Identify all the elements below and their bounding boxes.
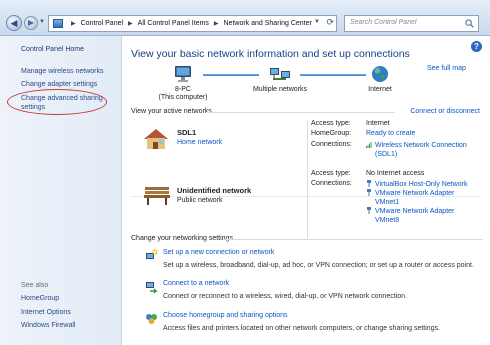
access-type-value: No Internet access xyxy=(366,170,425,177)
homegroup-sharing-icon xyxy=(146,314,157,324)
setup-new-connection-link[interactable]: Set up a new connection or network xyxy=(163,249,274,256)
task-description: Connect or reconnect to a wireless, wire… xyxy=(163,293,407,300)
breadcrumb-all-items[interactable]: All Control Panel Items xyxy=(138,20,209,27)
new-connection-icon xyxy=(146,249,158,259)
sidebar: Control Panel Home Manage wireless netwo… xyxy=(0,36,122,345)
map-node-internet: Internet xyxy=(355,65,405,93)
sidebar-homegroup[interactable]: HomeGroup xyxy=(21,294,59,303)
vmnet8-connection-link[interactable]: VMware Network Adapter VMnet8 xyxy=(366,207,454,225)
search-input[interactable]: Search Control Panel xyxy=(344,15,479,32)
connection-subname: VMnet1 xyxy=(375,198,400,206)
address-dropdown-icon[interactable]: ▼ xyxy=(314,19,320,25)
forward-button[interactable]: ▶ xyxy=(24,16,38,30)
breadcrumb-control-panel[interactable]: Control Panel xyxy=(81,20,123,27)
connection-name: VMware Network Adapter xyxy=(375,190,455,197)
highlight-ring-annotation xyxy=(7,89,107,115)
connect-network-icon xyxy=(146,282,158,293)
connection-subname: VMnet8 xyxy=(375,216,400,224)
refresh-icon[interactable]: ⟳ xyxy=(326,17,334,28)
globe-icon xyxy=(372,66,388,82)
multiple-networks-label: Multiple networks xyxy=(252,86,308,93)
divider xyxy=(223,239,483,240)
connection-name: VMware Network Adapter xyxy=(375,208,455,215)
map-node-multiple-networks: Multiple networks xyxy=(245,65,315,93)
divider xyxy=(207,112,395,113)
wired-connection-icon xyxy=(367,189,371,196)
internet-label: Internet xyxy=(368,86,392,93)
sidebar-change-adapter-settings[interactable]: Change adapter settings xyxy=(21,80,97,89)
network-icon xyxy=(270,68,290,80)
search-icon[interactable] xyxy=(465,19,474,28)
see-also-heading: See also xyxy=(21,282,49,289)
connections-label: Connections: xyxy=(311,180,352,187)
connections-label: Connections: xyxy=(311,141,352,148)
homegroup-label: HomeGroup: xyxy=(311,130,352,137)
connection-name: VirtualBox Host-Only Network xyxy=(375,181,468,188)
help-icon[interactable]: ? xyxy=(471,41,482,52)
control-panel-icon xyxy=(53,19,63,28)
task-description: Access files and printers located on oth… xyxy=(163,325,441,332)
active-networks-heading: View your active networks xyxy=(131,108,212,115)
network-type-link[interactable]: Home network xyxy=(177,139,222,146)
main-content: ? View your basic network information an… xyxy=(123,36,490,345)
access-type-value: Internet xyxy=(366,120,390,127)
breadcrumb-separator-icon[interactable]: ▶ xyxy=(71,20,76,27)
connect-or-disconnect-link[interactable]: Connect or disconnect xyxy=(410,108,480,115)
pc-subtitle: (This computer) xyxy=(158,94,208,101)
connection-name: Wireless Network Connection xyxy=(375,142,467,149)
search-placeholder: Search Control Panel xyxy=(350,19,417,26)
connect-to-network-link[interactable]: Connect to a network xyxy=(163,280,229,287)
back-button[interactable]: ◀ xyxy=(6,15,22,31)
homegroup-ready-link[interactable]: Ready to create xyxy=(366,130,415,139)
task-description: Set up a wireless, broadband, dial-up, a… xyxy=(163,262,474,269)
address-toolbar: ◀ ▶ ▼ ▶ Control Panel ▶ All Control Pane… xyxy=(0,0,490,36)
public-network-bench-icon xyxy=(144,187,170,205)
computer-icon xyxy=(175,66,191,82)
map-node-this-computer: 8-PC (This computer) xyxy=(153,65,213,101)
vmnet1-connection-link[interactable]: VMware Network Adapter VMnet1 xyxy=(366,189,454,207)
network-name: SDL1 xyxy=(177,128,197,137)
network-name: Unidentified network xyxy=(177,186,252,195)
address-bar[interactable]: ▶ Control Panel ▶ All Control Panel Item… xyxy=(48,15,337,32)
access-type-label: Access type: xyxy=(311,120,351,127)
sidebar-control-panel-home[interactable]: Control Panel Home xyxy=(21,45,84,54)
sidebar-manage-wireless-networks[interactable]: Manage wireless networks xyxy=(21,67,103,76)
see-full-map-link[interactable]: See full map xyxy=(427,65,466,72)
recent-pages-chevron-icon[interactable]: ▼ xyxy=(39,19,45,25)
access-type-label: Access type: xyxy=(311,170,351,177)
home-network-icon xyxy=(144,129,168,149)
pc-name: 8-PC xyxy=(175,86,191,93)
wireless-connection-link[interactable]: Wireless Network Connection (SDL1) xyxy=(366,141,467,159)
breadcrumb-separator-icon[interactable]: ▶ xyxy=(128,20,133,27)
wired-connection-icon xyxy=(367,180,371,187)
network-type: Public network xyxy=(177,197,223,204)
breadcrumb-separator-icon[interactable]: ▶ xyxy=(214,20,219,27)
homegroup-sharing-options-link[interactable]: Choose homegroup and sharing options xyxy=(163,312,288,319)
wired-connection-icon xyxy=(367,207,371,214)
change-settings-heading: Change your networking settings xyxy=(131,235,233,242)
wireless-signal-icon xyxy=(366,142,372,148)
sidebar-windows-firewall[interactable]: Windows Firewall xyxy=(21,321,75,330)
vertical-divider xyxy=(307,168,308,238)
page-title: View your basic network information and … xyxy=(131,48,410,60)
breadcrumb-network-sharing[interactable]: Network and Sharing Center xyxy=(224,20,312,27)
connection-ssid: (SDL1) xyxy=(375,150,398,158)
sidebar-internet-options[interactable]: Internet Options xyxy=(21,308,71,317)
